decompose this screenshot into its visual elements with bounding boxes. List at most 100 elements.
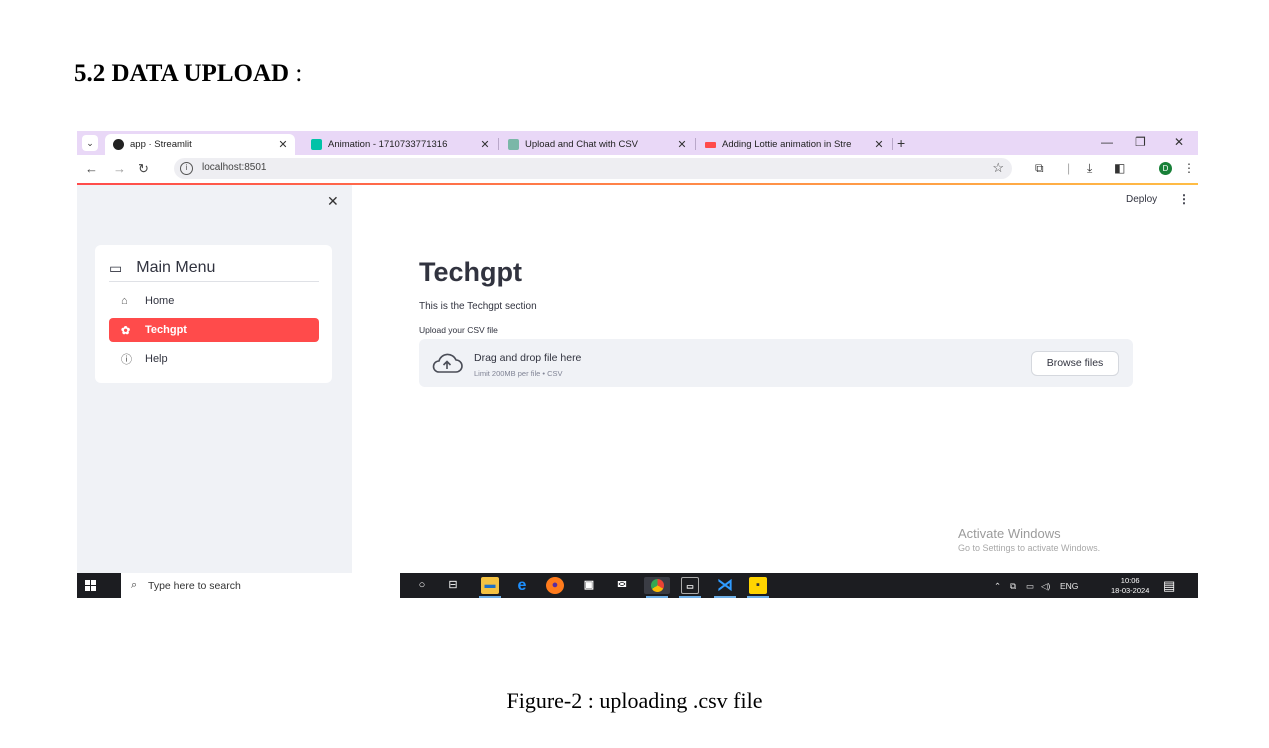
restore-icon[interactable]: ❐ bbox=[1135, 135, 1146, 149]
notification-icon[interactable]: ▤ bbox=[1163, 578, 1175, 594]
menu-title: ▭ Main Menu bbox=[109, 255, 319, 282]
download-icon[interactable]: ⤓ bbox=[1087, 161, 1092, 175]
close-icon[interactable]: ✕ bbox=[479, 138, 491, 151]
file-dropzone[interactable]: Drag and drop file here Limit 200MB per … bbox=[419, 339, 1133, 387]
streamlit-icon bbox=[113, 139, 124, 150]
task-view-icon[interactable]: ⊟ bbox=[444, 577, 462, 594]
side-panel-icon[interactable]: ◧ bbox=[1114, 161, 1125, 175]
activate-windows-subtitle: Go to Settings to activate Windows. bbox=[958, 543, 1101, 553]
house-icon: ⌂ bbox=[121, 295, 128, 307]
sidebar-item-home[interactable]: ⌂ Home bbox=[109, 289, 319, 313]
taskbar-search[interactable]: ⌕ Type here to search bbox=[121, 573, 400, 598]
sidebar-close-icon[interactable]: ✕ bbox=[327, 193, 339, 210]
file-explorer-icon[interactable]: ▬ bbox=[481, 577, 499, 594]
dropzone-limit: Limit 200MB per file • CSV bbox=[474, 369, 563, 378]
battery-icon[interactable]: ▭ bbox=[1026, 581, 1034, 592]
browse-files-button[interactable]: Browse files bbox=[1031, 351, 1119, 376]
tab-label: Adding Lottie animation in Stre bbox=[722, 139, 852, 150]
sidebar-item-label: Techgpt bbox=[145, 324, 187, 336]
search-icon: ⌕ bbox=[131, 579, 138, 591]
tab-label: Animation - 1710733771316 bbox=[328, 139, 448, 150]
deploy-button[interactable]: Deploy bbox=[1126, 194, 1157, 205]
activate-windows-title: Activate Windows bbox=[958, 526, 1061, 541]
tab-separator bbox=[498, 138, 499, 150]
dropzone-instructions: Drag and drop file here bbox=[474, 352, 582, 364]
omnibox[interactable]: i localhost:8501 ☆ bbox=[174, 158, 1012, 179]
running-indicator bbox=[714, 596, 736, 598]
robot-icon: ✿ bbox=[121, 324, 131, 337]
sidebar-item-techgpt[interactable]: ✿ Techgpt bbox=[109, 318, 319, 342]
vscode-icon[interactable]: ⋊ bbox=[716, 577, 734, 594]
tab-lottie-streamlit[interactable]: Adding Lottie animation in Stre ✕ bbox=[697, 134, 891, 155]
tab-separator bbox=[695, 138, 696, 150]
document-heading: 5.2 DATA UPLOAD : bbox=[74, 60, 302, 88]
extensions-icon[interactable]: ⧉ bbox=[1035, 161, 1044, 175]
page-title: Techgpt bbox=[419, 257, 522, 287]
lottie-icon bbox=[311, 139, 322, 150]
option-menu: ▭ Main Menu ⌂ Home ✿ Techgpt ⓘ Help bbox=[95, 245, 332, 383]
volume-icon[interactable]: ◁) bbox=[1041, 581, 1050, 592]
language-indicator[interactable]: ENG bbox=[1060, 581, 1078, 591]
reload-icon[interactable]: ↻ bbox=[138, 161, 149, 177]
back-icon[interactable]: ← bbox=[85, 161, 98, 177]
menu-title-text: Main Menu bbox=[136, 259, 216, 276]
toolbar-divider: | bbox=[1067, 161, 1071, 175]
sidebar: ✕ ▭ Main Menu ⌂ Home ✿ Techgpt ⓘ Help bbox=[77, 185, 352, 573]
tab-label: app · Streamlit bbox=[130, 139, 192, 150]
cast-icon: ▭ bbox=[109, 259, 123, 276]
windows-start-icon[interactable] bbox=[85, 580, 97, 591]
profile-avatar[interactable]: D bbox=[1159, 162, 1172, 175]
edge-icon[interactable]: e bbox=[513, 577, 531, 594]
section-description: This is the Techgpt section bbox=[419, 301, 537, 312]
windows-taskbar: ⌕ Type here to search ○ ⊟ ▬ e ● ▣ ✉ ▭ ⋊ … bbox=[77, 573, 1198, 598]
running-indicator bbox=[479, 596, 501, 598]
app-menu-icon[interactable]: ⋮ bbox=[1178, 192, 1190, 206]
clock-date: 18-03-2024 bbox=[1111, 586, 1150, 595]
chat-icon bbox=[508, 139, 519, 150]
screenshot-frame: ⌄ app · Streamlit ✕ Animation - 17107337… bbox=[77, 131, 1198, 598]
cortana-icon[interactable]: ○ bbox=[413, 577, 431, 594]
firefox-icon[interactable]: ● bbox=[546, 577, 564, 594]
close-icon[interactable]: ✕ bbox=[277, 138, 289, 151]
site-info-icon[interactable]: i bbox=[180, 162, 193, 175]
sticky-notes-icon[interactable]: ▪ bbox=[749, 577, 767, 594]
tray-chevron-icon[interactable]: ⌃ bbox=[994, 581, 1001, 592]
taskbar-search-placeholder: Type here to search bbox=[148, 580, 241, 592]
store-icon[interactable]: ▣ bbox=[580, 577, 598, 594]
address-bar-row: ← → ↻ i localhost:8501 ☆ ⧉ | ⤓ ◧ D ⋮ bbox=[77, 155, 1198, 183]
url-text[interactable]: localhost:8501 bbox=[202, 162, 267, 173]
document-heading-suffix: : bbox=[289, 60, 303, 87]
tab-upload-chat-csv[interactable]: Upload and Chat with CSV ✕ bbox=[500, 134, 694, 155]
bookmark-star-icon[interactable]: ☆ bbox=[992, 160, 1004, 176]
tab-animation[interactable]: Animation - 1710733771316 ✕ bbox=[303, 134, 497, 155]
chrome-icon[interactable] bbox=[644, 577, 670, 594]
tab-search-button[interactable]: ⌄ bbox=[82, 135, 98, 151]
figure-caption: Figure-2 : uploading .csv file bbox=[506, 688, 763, 713]
tab-streamlit-app[interactable]: app · Streamlit ✕ bbox=[105, 134, 295, 155]
tab-separator bbox=[892, 138, 893, 150]
new-tab-button[interactable]: + bbox=[897, 135, 905, 151]
terminal-icon[interactable]: ▭ bbox=[681, 577, 699, 594]
close-icon[interactable]: ✕ bbox=[873, 138, 885, 151]
network-icon[interactable]: ⧉ bbox=[1010, 581, 1016, 592]
tab-label: Upload and Chat with CSV bbox=[525, 139, 639, 150]
browser-menu-icon[interactable]: ⋮ bbox=[1183, 161, 1195, 175]
window-close-icon[interactable]: ✕ bbox=[1174, 135, 1184, 149]
sidebar-item-label: Home bbox=[145, 295, 175, 307]
running-indicator bbox=[747, 596, 769, 598]
system-clock[interactable]: 10:06 18-03-2024 bbox=[1111, 576, 1149, 596]
mail-icon[interactable]: ✉ bbox=[613, 577, 631, 594]
uploader-label: Upload your CSV file bbox=[419, 325, 498, 335]
running-indicator bbox=[646, 596, 668, 598]
forward-icon[interactable]: → bbox=[113, 161, 126, 177]
streamlit-crown-icon bbox=[705, 141, 716, 148]
document-heading-bold: 5.2 DATA UPLOAD bbox=[74, 60, 290, 87]
minimize-icon[interactable]: — bbox=[1101, 135, 1113, 149]
question-icon: ⓘ bbox=[121, 354, 132, 366]
sidebar-item-label: Help bbox=[145, 353, 168, 365]
clock-time: 10:06 bbox=[1120, 576, 1140, 585]
close-icon[interactable]: ✕ bbox=[676, 138, 688, 151]
running-indicator bbox=[679, 596, 701, 598]
tab-strip: ⌄ app · Streamlit ✕ Animation - 17107337… bbox=[77, 131, 1198, 155]
sidebar-item-help[interactable]: ⓘ Help bbox=[109, 347, 319, 371]
